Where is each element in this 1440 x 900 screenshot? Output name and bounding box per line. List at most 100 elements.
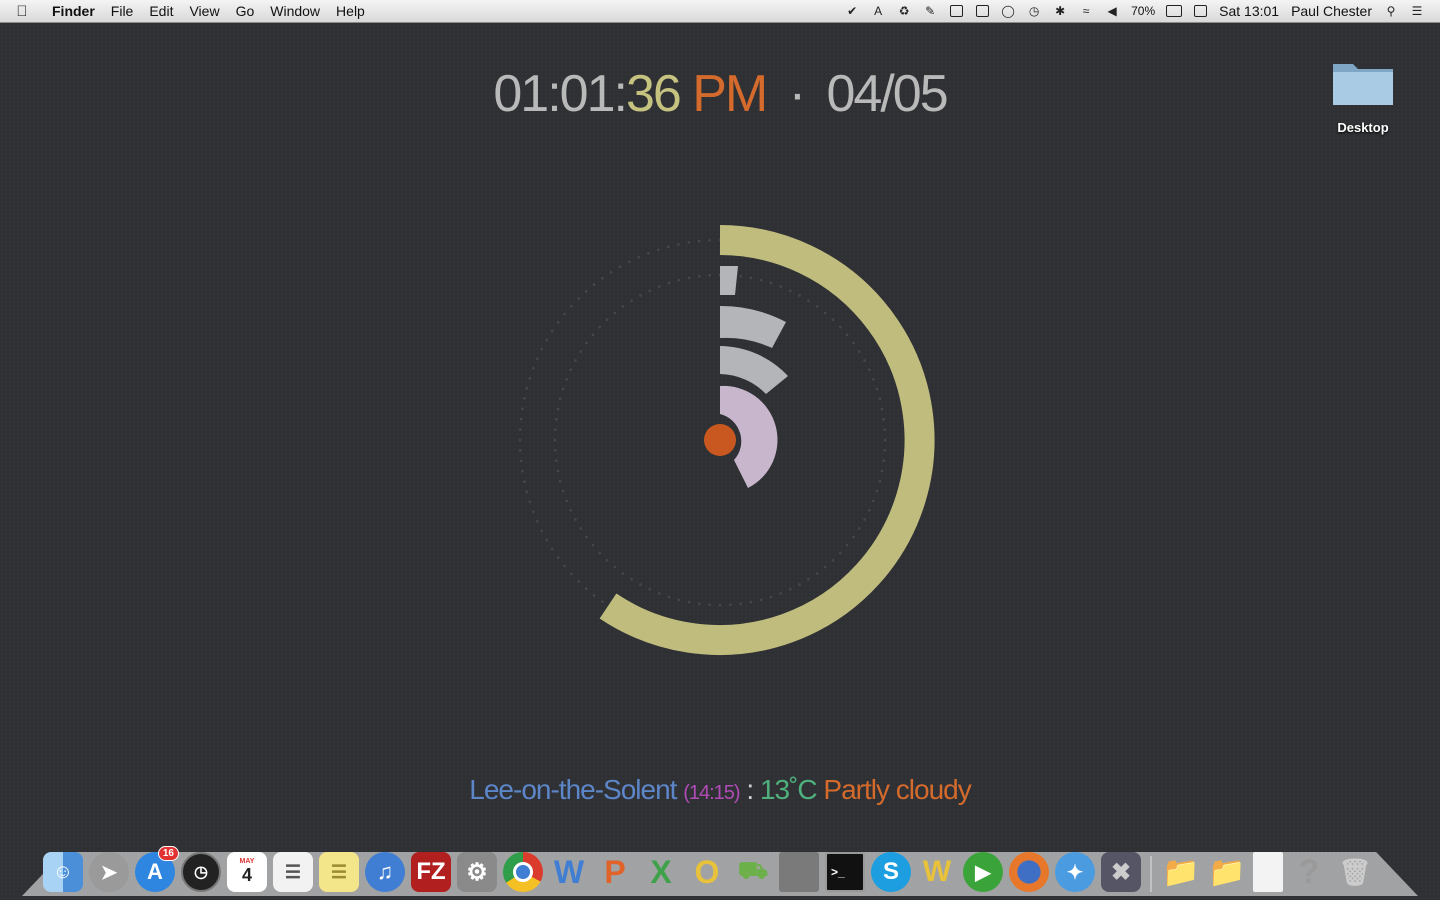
ring-dot <box>630 299 633 302</box>
terminal-icon[interactable]: >_ <box>825 852 865 892</box>
ring-dot <box>831 318 835 322</box>
radial-clock-widget <box>518 225 935 655</box>
help-icon[interactable]: ? <box>1289 852 1329 892</box>
cyberduck-icon[interactable]: W <box>917 852 957 892</box>
ring-dot <box>769 595 773 599</box>
ring-dot <box>677 278 681 282</box>
ring-dot <box>883 438 887 442</box>
ring-dot <box>648 587 652 591</box>
ring-dot <box>605 558 609 562</box>
ring-dot <box>584 290 588 293</box>
weather-condition: Partly cloudy <box>823 774 971 805</box>
ring-dot <box>528 376 532 380</box>
ring-dot <box>518 449 522 452</box>
document-file-icon[interactable] <box>1253 852 1283 892</box>
ring-dot <box>867 368 871 372</box>
ring-dot <box>565 377 568 381</box>
ring-dot <box>531 510 535 513</box>
ring-dot <box>708 603 711 606</box>
skype-icon[interactable]: S <box>871 852 911 892</box>
ring-dot <box>729 603 732 606</box>
ring-dot <box>556 469 560 473</box>
dashboard-icon[interactable]: ◷ <box>181 852 221 892</box>
launchpad-icon[interactable]: ➤ <box>89 852 129 892</box>
ring-dot <box>647 251 650 255</box>
ring-dot <box>523 397 526 400</box>
ring-dot <box>697 239 701 243</box>
ring-dot <box>569 368 573 372</box>
calendar-day: 4 <box>241 865 252 885</box>
ring-dot <box>540 529 544 533</box>
ring-dot <box>577 580 580 583</box>
dock: ☺ ➤ A 16 ◷ MAY 4 ☰ ☰ ♫ FZ ⚙ W P X O ⛟ >_… <box>40 840 1378 892</box>
weather-time: (14:15) <box>683 782 740 804</box>
ring-dot <box>788 289 792 293</box>
ring-dot <box>687 241 691 244</box>
stickies-icon[interactable]: ☰ <box>319 852 359 892</box>
excel-icon[interactable]: X <box>641 852 681 892</box>
ring-dot <box>639 583 642 586</box>
ring-dot <box>823 565 827 569</box>
truck-app-icon[interactable]: ⛟ <box>733 852 773 892</box>
ring-dot <box>779 285 783 288</box>
ring-dot <box>553 438 557 442</box>
itunes-icon[interactable]: ♫ <box>365 852 405 892</box>
ring-dot <box>525 386 529 390</box>
ring-dot <box>519 417 523 421</box>
ring-dot <box>561 387 565 391</box>
app-store-icon[interactable]: A 16 <box>135 846 179 892</box>
system-preferences-icon[interactable]: ⚙ <box>457 852 497 892</box>
ring-dot <box>598 551 602 555</box>
window-app-icon[interactable] <box>779 852 819 892</box>
wedge-1 <box>720 266 738 295</box>
ring-dot <box>863 518 866 521</box>
media-player-icon[interactable]: ▶ <box>963 852 1003 892</box>
ring-dot <box>521 469 524 473</box>
ring-dot <box>708 238 711 242</box>
safari-icon[interactable]: ✦ <box>1055 852 1095 892</box>
ring-dot <box>637 255 640 259</box>
applications-folder-icon[interactable]: 📁 <box>1161 852 1201 892</box>
ring-dot <box>556 556 560 559</box>
ring-dot <box>535 357 539 360</box>
weather-widget: Lee-on-the-Solent (14:15) : 13˚C Partly … <box>0 774 1440 806</box>
documents-folder-icon[interactable]: 📁 <box>1207 852 1247 892</box>
ring-dot <box>648 289 652 293</box>
ring-dot <box>563 312 566 316</box>
reminders-icon[interactable]: ☰ <box>273 852 313 892</box>
ring-dot <box>525 490 529 494</box>
ring-dot <box>621 305 625 308</box>
ring-dot <box>556 407 560 411</box>
ring-dot <box>677 598 681 602</box>
ring-dot <box>601 600 604 604</box>
ring-dot <box>845 333 849 337</box>
ring-dot <box>798 583 801 586</box>
ring-dot <box>656 248 660 252</box>
ring-dot <box>577 297 580 300</box>
firefox-icon[interactable] <box>1009 852 1049 892</box>
outlook-icon[interactable]: O <box>687 852 727 892</box>
ring-dot <box>535 520 539 523</box>
filezilla-icon[interactable]: FZ <box>411 852 451 892</box>
ring-dot <box>858 527 861 530</box>
ring-dot <box>592 594 596 597</box>
trash-icon[interactable]: 🗑 <box>1335 852 1375 892</box>
ring-dot <box>698 602 701 605</box>
ring-dot <box>883 428 886 431</box>
ring-dot <box>531 367 535 370</box>
chrome-icon[interactable] <box>503 852 543 892</box>
finder-icon[interactable]: ☺ <box>43 852 83 892</box>
ring-dot <box>878 479 882 483</box>
ring-dot <box>739 602 742 605</box>
x11-icon[interactable]: ✖ <box>1101 852 1141 892</box>
ring-dot <box>863 359 866 362</box>
ring-dot <box>565 499 568 503</box>
ring-dot <box>519 459 523 463</box>
word-icon[interactable]: W <box>549 852 589 892</box>
ring-dot <box>667 281 671 285</box>
ring-dot <box>882 418 885 421</box>
calendar-icon[interactable]: MAY 4 <box>227 852 267 892</box>
ring-dot <box>815 572 819 575</box>
ring-dot <box>554 428 557 431</box>
powerpoint-icon[interactable]: P <box>595 852 635 892</box>
